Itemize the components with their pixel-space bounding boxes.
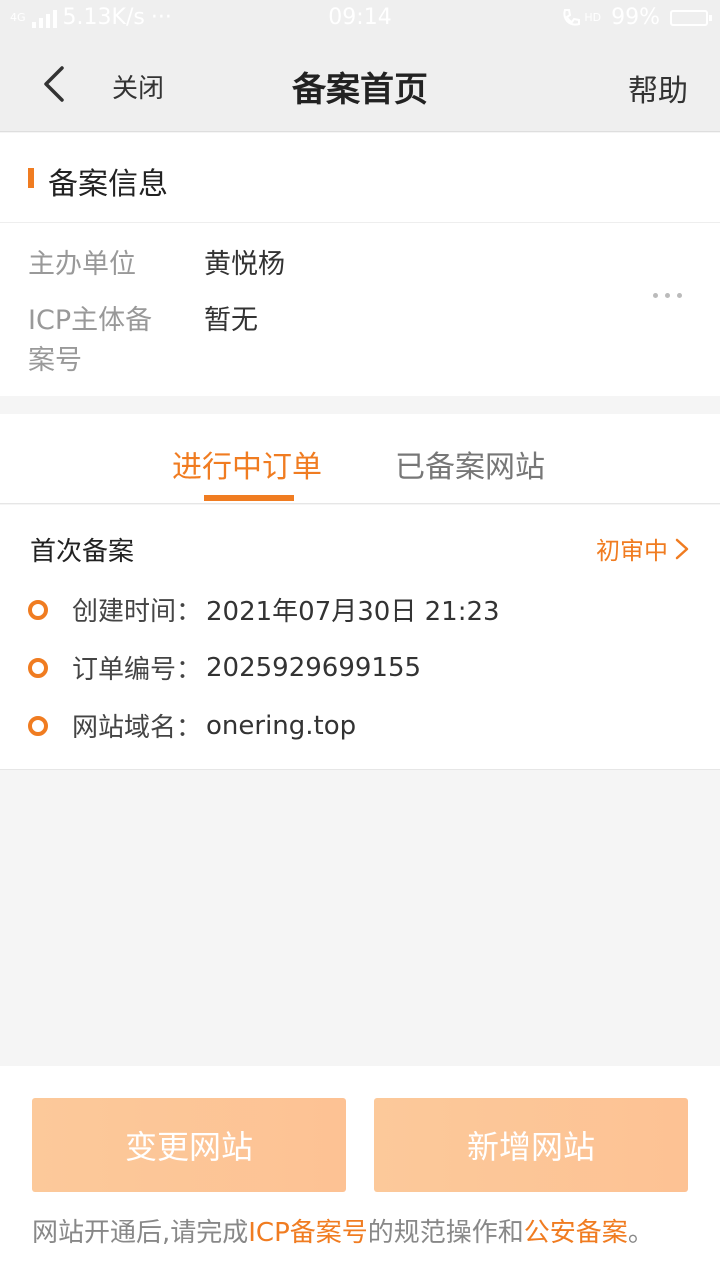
battery-icon [670, 9, 712, 26]
bullet-icon [28, 599, 48, 620]
bottom-action-bar: 变更网站 新增网站 网站开通后,请完成ICP备案号的规范操作和公安备案。 [0, 1066, 720, 1280]
hd-label: HD [584, 11, 602, 24]
field-value: 2021年07月30日 21:23 [206, 597, 500, 627]
page-title: 备案首页 [292, 70, 428, 110]
section-accent-bar [28, 168, 34, 188]
tab-in-progress-orders[interactable]: 进行中订单 [172, 442, 322, 486]
hd-call-icon: HD [560, 7, 601, 29]
change-website-button[interactable]: 变更网站 [32, 1098, 346, 1192]
active-tab-indicator [204, 495, 294, 501]
field-label: 订单编号： [72, 655, 203, 685]
bullet-icon [28, 715, 48, 736]
order-created-time: 创建时间： 2021年07月30日 21:23 [28, 591, 500, 628]
order-domain: 网站域名： onering.top [28, 707, 356, 744]
section-title: 备案信息 [48, 167, 168, 202]
public-security-filing-link[interactable]: 公安备案 [524, 1218, 628, 1248]
order-card[interactable]: 首次备案 初审中 创建时间： 2021年07月30日 21:23 订单编号： 2… [0, 505, 720, 770]
status-bar: 4G 5.13K/s ··· 09:14 HD 99% [0, 0, 720, 36]
order-type: 首次备案 [30, 537, 135, 567]
filing-info-header: 备案信息 [0, 133, 720, 223]
filing-info-card: 备案信息 主办单位 黄悦杨 ICP主体备案号 暂无 [0, 133, 720, 396]
icp-number-label: ICP主体备案号 [28, 305, 153, 376]
icp-number-value: 暂无 [204, 305, 258, 336]
notice-middle: 的规范操作和 [367, 1218, 524, 1248]
more-options-icon[interactable] [653, 293, 682, 298]
tab-filed-websites[interactable]: 已备案网站 [395, 442, 545, 486]
field-value: onering.top [206, 710, 357, 741]
filing-notice: 网站开通后,请完成ICP备案号的规范操作和公安备案。 [32, 1212, 654, 1249]
nav-bar: 关闭 备案首页 帮助 [0, 36, 720, 132]
order-number: 订单编号： 2025929699155 [28, 649, 421, 686]
order-status: 初审中 [596, 537, 668, 565]
order-tabs: 进行中订单 已备案网站 [0, 414, 720, 504]
icp-number-link[interactable]: ICP备案号 [248, 1218, 368, 1248]
add-website-button[interactable]: 新增网站 [374, 1098, 688, 1192]
sponsor-label: 主办单位 [28, 249, 136, 280]
notice-suffix: 。 [627, 1218, 654, 1248]
chevron-right-icon [675, 538, 689, 559]
field-label: 网站域名： [72, 713, 203, 743]
battery-percent: 99% [611, 5, 660, 30]
field-label: 创建时间： [72, 597, 203, 627]
field-value: 2025929699155 [206, 652, 422, 683]
bullet-icon [28, 657, 48, 678]
order-status-link[interactable]: 初审中 [596, 531, 690, 566]
help-button[interactable]: 帮助 [628, 66, 688, 110]
status-right: HD 99% [560, 5, 712, 30]
notice-prefix: 网站开通后,请完成 [32, 1218, 249, 1248]
sponsor-value: 黄悦杨 [204, 249, 285, 280]
